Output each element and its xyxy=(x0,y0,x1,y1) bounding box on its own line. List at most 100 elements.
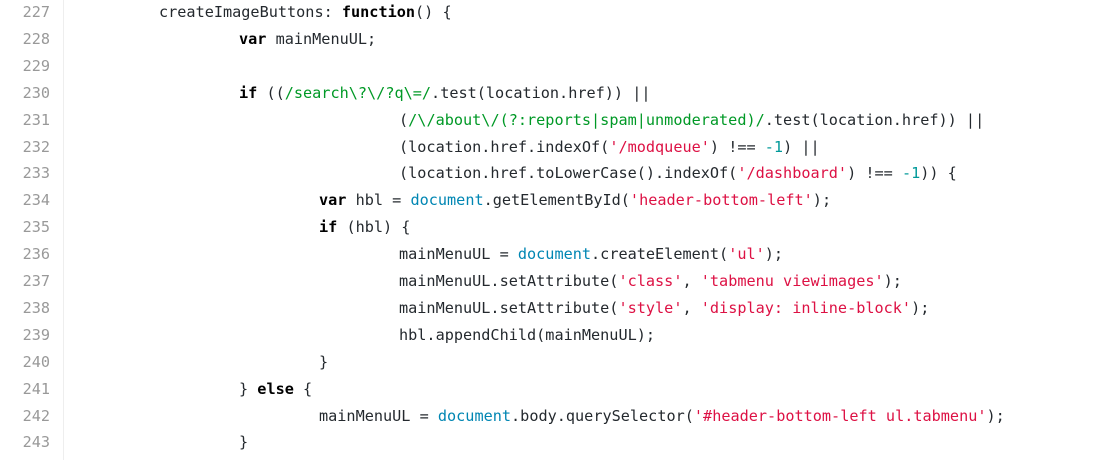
code-token: '#header-bottom-left ul.tabmenu' xyxy=(693,406,987,425)
code-token: ( xyxy=(399,110,409,129)
code-token: -1 xyxy=(764,137,784,156)
code-line: 231 (/\/about\/(?:reports|spam|unmoderate… xyxy=(0,107,1096,134)
code-token: /search\?\/?q\=/ xyxy=(284,83,432,102)
code-token: () { xyxy=(415,3,452,21)
code-token: (location.href.indexOf( xyxy=(399,137,610,156)
code-token: 'ul' xyxy=(728,245,765,264)
code-token: else xyxy=(257,379,294,398)
code-token: , xyxy=(682,298,701,317)
code-token: .createElement( xyxy=(591,245,729,264)
code-token: )) { xyxy=(920,164,957,183)
code-line: 239 hbl.appendChild(mainMenuUL); xyxy=(0,322,1096,349)
code-token: mainMenuUL.setAttribute( xyxy=(399,272,619,290)
code-token: mainMenuUL.setAttribute( xyxy=(399,298,619,317)
code-line: 243} xyxy=(0,429,1096,456)
code-token: function xyxy=(341,3,416,21)
code-line: 237 mainMenuUL.setAttribute('class', 'tab… xyxy=(0,268,1096,295)
code-token: ); xyxy=(911,298,930,317)
code-token: ) || xyxy=(783,137,820,156)
code-token: mainMenuUL; xyxy=(266,29,377,48)
code-line: 229 xyxy=(0,53,1096,80)
code-token: mainMenuUL = xyxy=(319,406,438,425)
code-token: ) !== xyxy=(847,164,902,183)
code-token: if xyxy=(319,218,338,237)
code-line: 235 if (hbl) { xyxy=(0,214,1096,241)
code-line: 240} xyxy=(0,349,1096,376)
code-token: ); xyxy=(764,245,784,264)
code-token: 'class' xyxy=(618,272,683,290)
code-token: if xyxy=(239,83,258,102)
code-token: 'display: inline-block' xyxy=(700,298,912,317)
code-line: 227 createImageButtons: function() { xyxy=(0,0,1096,26)
line-number: 235 xyxy=(22,218,50,237)
code-token: mainMenuUL = xyxy=(399,245,518,264)
code-token: var xyxy=(319,191,347,210)
line-number: 233 xyxy=(22,164,50,183)
line-number: 236 xyxy=(22,245,50,264)
line-number: 230 xyxy=(22,83,50,102)
code-token: hbl = xyxy=(346,191,411,210)
code-token: (location.href.toLowerCase().indexOf( xyxy=(399,164,738,183)
line-number: 238 xyxy=(22,298,50,317)
code-token: .test(location.href)) || xyxy=(764,110,985,129)
code-text: (/\/about\/(?:reports|spam|unmoderated)/… xyxy=(399,107,984,134)
code-text: } else { xyxy=(239,376,312,403)
code-token: ) !== xyxy=(709,137,765,156)
code-line: 234 var hbl = document.getElementById('he… xyxy=(0,187,1096,214)
code-token: .test(location.href)) || xyxy=(431,83,651,102)
line-number: 229 xyxy=(22,56,50,75)
code-token: (hbl) { xyxy=(337,218,411,237)
code-token: document xyxy=(410,191,484,210)
line-number: 228 xyxy=(22,29,50,48)
line-number: 232 xyxy=(22,137,50,156)
code-token: ); xyxy=(883,272,902,290)
line-number: 234 xyxy=(22,191,50,210)
code-text: if ((/search\?\/?q\=/.test(location.href… xyxy=(239,80,651,107)
code-token: (( xyxy=(257,83,285,102)
code-token: , xyxy=(682,272,701,290)
code-token: document xyxy=(437,406,512,425)
code-token: var xyxy=(239,29,267,48)
code-text: mainMenuUL.setAttribute('style', 'displa… xyxy=(399,295,929,322)
code-token: ); xyxy=(812,191,832,210)
code-text: } xyxy=(239,429,248,456)
code-line: 236 mainMenuUL = document.createElement('… xyxy=(0,241,1096,268)
code-text: } xyxy=(319,349,328,376)
code-text: (location.href.indexOf('/modqueue') !== … xyxy=(399,134,820,161)
code-token: } xyxy=(319,352,329,371)
code-token: ); xyxy=(986,406,1005,425)
code-token: createImageButtons: xyxy=(159,3,342,21)
code-text: (location.href.toLowerCase().indexOf('/d… xyxy=(399,160,957,187)
code-line: 242 mainMenuUL = document.body.querySelec… xyxy=(0,403,1096,430)
code-line: 233 (location.href.toLowerCase().indexOf(… xyxy=(0,160,1096,187)
line-number: 227 xyxy=(22,3,50,21)
line-number: 240 xyxy=(22,352,50,371)
code-token: -1 xyxy=(901,164,921,183)
code-token: 'style' xyxy=(618,298,683,317)
code-text: mainMenuUL.setAttribute('class', 'tabmen… xyxy=(399,268,902,295)
code-token: { xyxy=(293,379,313,398)
code-text: var hbl = document.getElementById('heade… xyxy=(319,187,831,214)
code-text: createImageButtons: function() { xyxy=(159,0,452,26)
code-text: if (hbl) { xyxy=(319,214,410,241)
code-line: 238 mainMenuUL.setAttribute('style', 'dis… xyxy=(0,295,1096,322)
line-number: 231 xyxy=(22,110,50,129)
code-token: document xyxy=(517,245,592,264)
line-number: 243 xyxy=(22,433,50,452)
code-token: hbl.appendChild(mainMenuUL); xyxy=(399,325,656,344)
code-token: /\/about\/(?:reports|spam|unmoderated)/ xyxy=(408,110,765,129)
code-line: 232 (location.href.indexOf('/modqueue') !… xyxy=(0,134,1096,161)
code-token: .getElementById( xyxy=(483,191,630,210)
code-token: 'tabmenu viewimages' xyxy=(700,272,884,290)
line-number: 239 xyxy=(22,325,50,344)
code-text: mainMenuUL = document.body.querySelector… xyxy=(319,403,1005,430)
code-viewer: 227 createImageButtons: function() { 228 va… xyxy=(0,0,1096,460)
code-text: hbl.appendChild(mainMenuUL); xyxy=(399,322,655,349)
line-number: 241 xyxy=(22,379,50,398)
code-text: var mainMenuUL; xyxy=(239,26,376,53)
line-number: 237 xyxy=(22,272,50,290)
code-text: mainMenuUL = document.createElement('ul'… xyxy=(399,241,783,268)
code-line: 228 var mainMenuUL; xyxy=(0,26,1096,53)
code-token: '/modqueue' xyxy=(609,137,710,156)
code-token: } xyxy=(239,379,258,398)
